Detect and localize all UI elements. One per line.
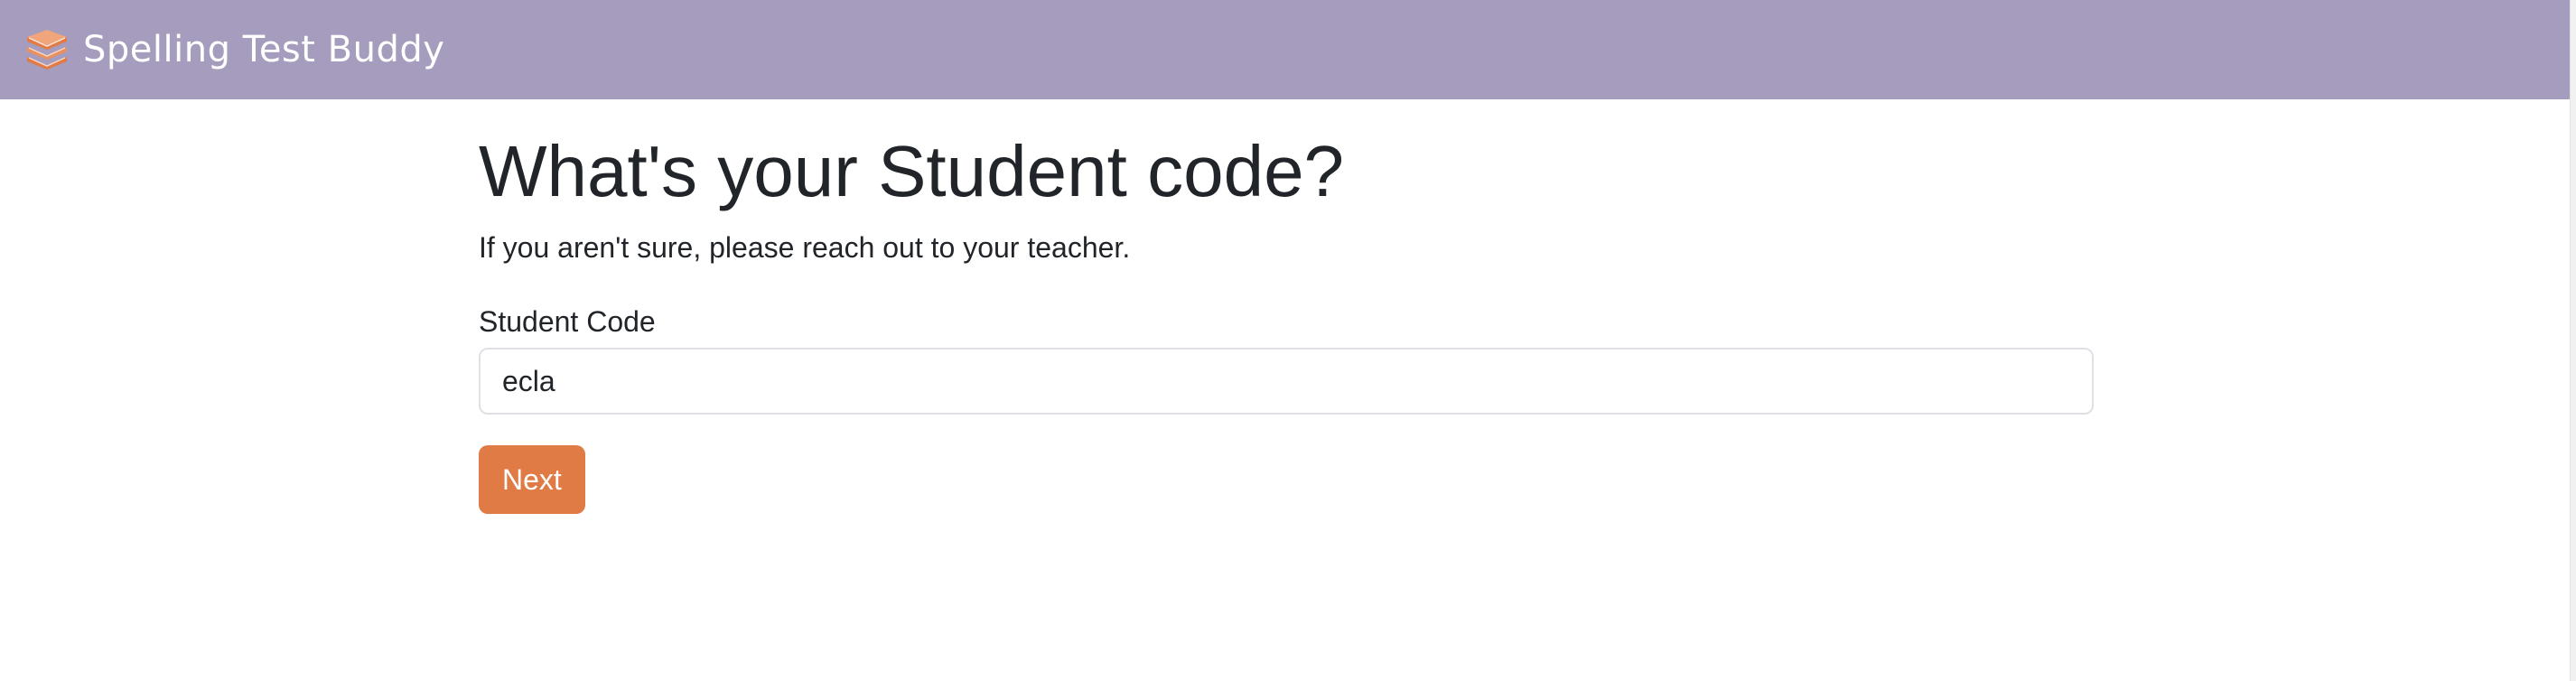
- student-code-label: Student Code: [479, 304, 656, 338]
- top-navbar: Spelling Test Buddy: [0, 0, 2571, 99]
- window-scroll-edge: [2570, 0, 2576, 681]
- next-button[interactable]: Next: [479, 445, 585, 515]
- page-title: What's your Student code?: [479, 131, 1345, 211]
- student-code-input[interactable]: [479, 348, 2094, 415]
- brand-link[interactable]: Spelling Test Buddy: [23, 30, 444, 70]
- books-stack-icon: [27, 30, 67, 70]
- main-content: What's your Student code? If you aren't …: [479, 99, 2094, 515]
- page-subtitle: If you aren't sure, please reach out to …: [479, 231, 1131, 264]
- brand-title: Spelling Test Buddy: [83, 29, 445, 70]
